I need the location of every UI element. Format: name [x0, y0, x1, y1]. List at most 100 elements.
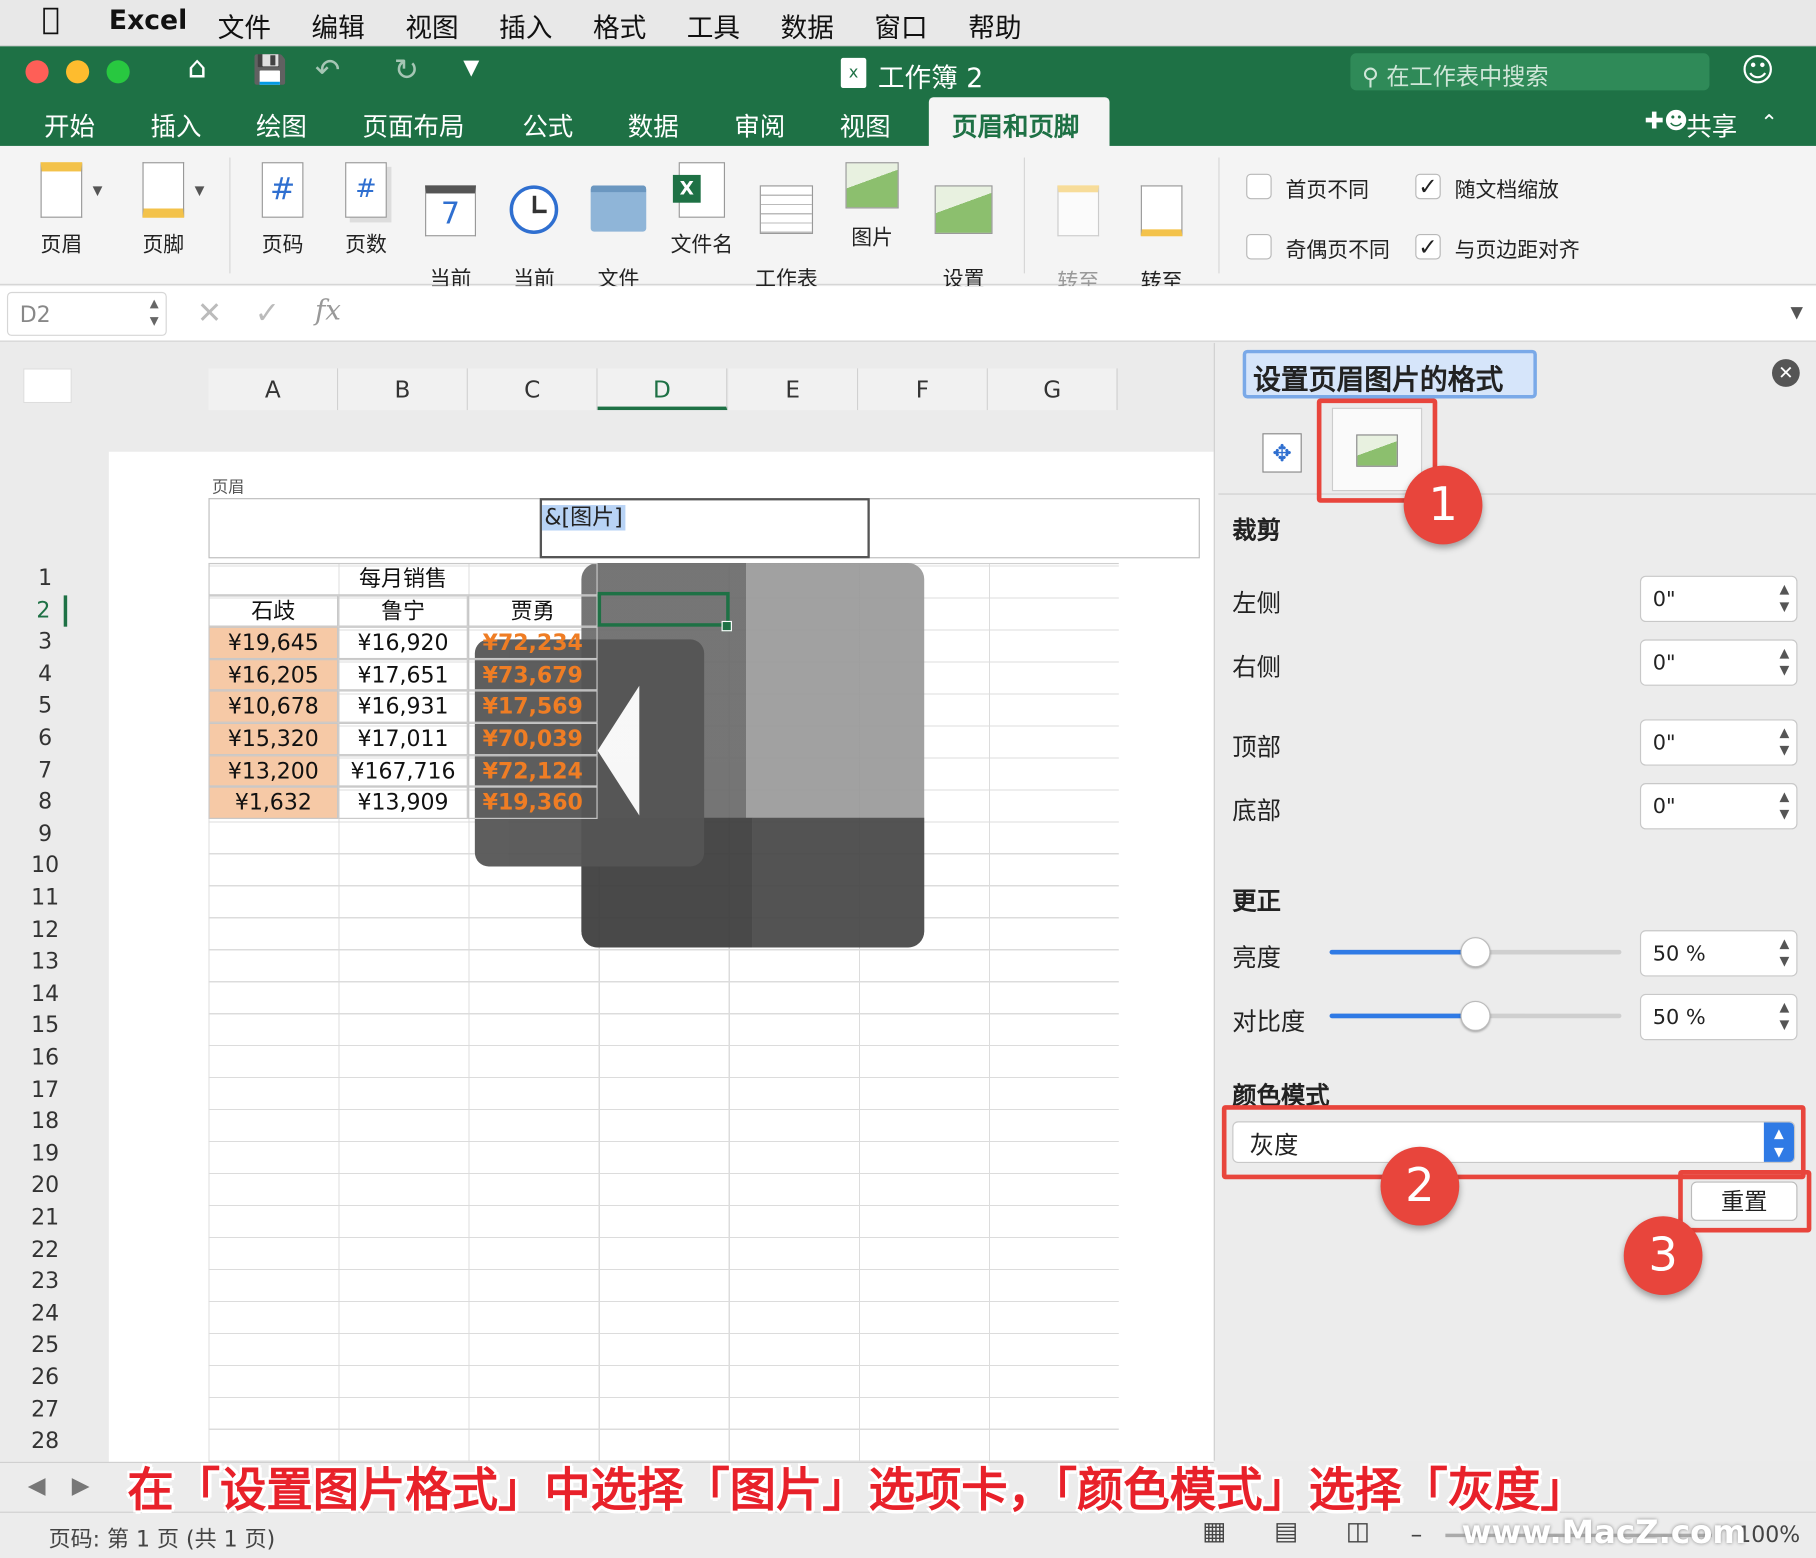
- row-number[interactable]: 6: [23, 723, 67, 755]
- table-cell[interactable]: ¥13,909: [338, 786, 468, 819]
- table-cell[interactable]: ¥13,200: [208, 754, 339, 787]
- customize-toolbar-icon[interactable]: ▼: [463, 56, 479, 80]
- zoom-out-icon[interactable]: –: [1411, 1520, 1423, 1548]
- sheet-search-box[interactable]: ⚲ 在工作表中搜索: [1350, 53, 1710, 91]
- insert-function-icon[interactable]: fx: [315, 294, 341, 326]
- menu-file[interactable]: 文件: [218, 6, 271, 45]
- crop-left-input[interactable]: 0" ▲ ▼: [1639, 575, 1798, 623]
- file-name-button[interactable]: X 文件名: [665, 162, 739, 257]
- stepper-icon[interactable]: ▲ ▼: [1780, 724, 1790, 759]
- stepper-icon[interactable]: ▲ ▼: [1780, 999, 1790, 1034]
- menu-help[interactable]: 帮助: [968, 6, 1021, 45]
- tab-review[interactable]: 审阅: [734, 107, 785, 144]
- contrast-slider-knob[interactable]: [1460, 1000, 1491, 1031]
- size-properties-tab-icon[interactable]: ✥: [1262, 433, 1302, 473]
- table-cell[interactable]: ¥10,678: [208, 690, 339, 723]
- zoom-level[interactable]: 100%: [1737, 1522, 1800, 1547]
- row-number[interactable]: 1: [23, 563, 67, 595]
- odd-even-different-checkbox[interactable]: [1246, 233, 1272, 260]
- tab-home[interactable]: 开始: [44, 107, 95, 144]
- tab-data[interactable]: 数据: [628, 107, 679, 144]
- name-header-cell[interactable]: 贾勇: [467, 594, 598, 627]
- row-number[interactable]: 23: [23, 1266, 67, 1298]
- crop-bottom-input[interactable]: 0" ▲ ▼: [1639, 783, 1798, 830]
- column-header-g[interactable]: G: [987, 368, 1118, 411]
- row-number[interactable]: 14: [23, 979, 67, 1011]
- table-cell[interactable]: ¥17,011: [338, 722, 468, 755]
- page-layout-view-icon[interactable]: ▤: [1274, 1517, 1298, 1546]
- row-number[interactable]: 16: [23, 1043, 67, 1075]
- row-number[interactable]: 12: [23, 915, 67, 947]
- brightness-input[interactable]: 50 % ▲ ▼: [1639, 930, 1798, 977]
- row-number[interactable]: 2: [23, 594, 68, 627]
- align-with-margins-checkbox[interactable]: ✓: [1415, 233, 1441, 260]
- row-number[interactable]: 21: [23, 1202, 67, 1234]
- page-break-view-icon[interactable]: ◫: [1346, 1517, 1370, 1546]
- scale-with-document-checkbox[interactable]: ✓: [1415, 173, 1441, 200]
- picture-button[interactable]: 图片: [836, 162, 908, 250]
- table-cell[interactable]: ¥19,645: [208, 626, 339, 659]
- table-cell[interactable]: ¥167,716: [338, 754, 468, 787]
- redo-icon[interactable]: ↻: [394, 53, 419, 88]
- tab-formulas[interactable]: 公式: [522, 107, 573, 144]
- share-button[interactable]: 共享: [1686, 107, 1737, 144]
- next-sheet-icon[interactable]: ▶: [72, 1471, 90, 1499]
- row-number[interactable]: 8: [23, 787, 67, 819]
- row-number[interactable]: 17: [23, 1074, 67, 1106]
- prev-sheet-icon[interactable]: ◀: [28, 1471, 46, 1499]
- row-number[interactable]: 7: [23, 755, 67, 787]
- column-header-e[interactable]: E: [728, 368, 859, 411]
- table-cell[interactable]: ¥70,039: [467, 722, 598, 755]
- table-cell[interactable]: ¥19,360: [467, 786, 598, 819]
- menu-edit[interactable]: 编辑: [312, 6, 365, 45]
- crop-top-input[interactable]: 0" ▲ ▼: [1639, 719, 1798, 766]
- row-number[interactable]: 25: [23, 1330, 67, 1362]
- name-header-cell[interactable]: 鲁宁: [338, 594, 468, 627]
- footer-dropdown-icon[interactable]: ▼: [195, 183, 205, 198]
- table-cell[interactable]: ¥16,920: [338, 626, 468, 659]
- smiley-feedback-icon[interactable]: ☺: [1741, 51, 1775, 89]
- footer-button[interactable]: 页脚: [125, 162, 201, 257]
- row-number[interactable]: 24: [23, 1298, 67, 1330]
- menu-format[interactable]: 格式: [593, 6, 646, 45]
- tab-header-footer[interactable]: 页眉和页脚: [952, 107, 1079, 144]
- name-box-stepper-icon[interactable]: ▲ ▼: [150, 295, 159, 330]
- active-cell-d2[interactable]: [597, 591, 730, 627]
- table-cell[interactable]: ¥17,569: [467, 690, 598, 723]
- page-count-button[interactable]: # 页数: [331, 162, 400, 257]
- tab-view[interactable]: 视图: [840, 107, 891, 144]
- header-button[interactable]: 页眉: [23, 162, 99, 257]
- row-number[interactable]: 10: [23, 851, 67, 883]
- add-person-icon[interactable]: ✚☻: [1645, 107, 1689, 135]
- row-number[interactable]: 15: [23, 1011, 67, 1043]
- formula-expand-icon[interactable]: ▼: [1791, 303, 1803, 322]
- menu-window[interactable]: 窗口: [874, 6, 927, 45]
- row-number[interactable]: 9: [23, 819, 67, 851]
- row-number[interactable]: 18: [23, 1106, 67, 1138]
- first-page-different-checkbox[interactable]: [1246, 173, 1272, 200]
- column-header-f[interactable]: F: [858, 368, 988, 411]
- row-number[interactable]: 22: [23, 1234, 67, 1266]
- menu-app-name[interactable]: Excel: [109, 6, 187, 36]
- select-all-corner[interactable]: [23, 368, 72, 404]
- collapse-ribbon-icon[interactable]: ⌃: [1760, 111, 1777, 135]
- column-header-d[interactable]: D: [597, 368, 728, 411]
- close-window-button[interactable]: [25, 60, 49, 84]
- table-cell[interactable]: ¥17,651: [338, 658, 468, 691]
- apple-icon[interactable]: : [42, 2, 60, 37]
- column-header-c[interactable]: C: [467, 368, 598, 411]
- stepper-icon[interactable]: ▲ ▼: [1780, 644, 1790, 679]
- page-number-button[interactable]: # 页码: [248, 162, 317, 257]
- zoom-window-button[interactable]: [106, 60, 130, 84]
- cancel-entry-icon[interactable]: ✕: [197, 297, 222, 332]
- crop-right-input[interactable]: 0" ▲ ▼: [1639, 639, 1798, 686]
- row-number[interactable]: 20: [23, 1170, 67, 1202]
- menu-data[interactable]: 数据: [781, 6, 834, 45]
- row-number[interactable]: 26: [23, 1362, 67, 1394]
- row-number[interactable]: 4: [23, 659, 67, 691]
- row-number[interactable]: 11: [23, 883, 67, 915]
- save-icon[interactable]: 💾: [252, 53, 287, 85]
- brightness-slider-knob[interactable]: [1460, 937, 1491, 968]
- menu-insert[interactable]: 插入: [499, 6, 552, 45]
- row-number[interactable]: 3: [23, 627, 67, 659]
